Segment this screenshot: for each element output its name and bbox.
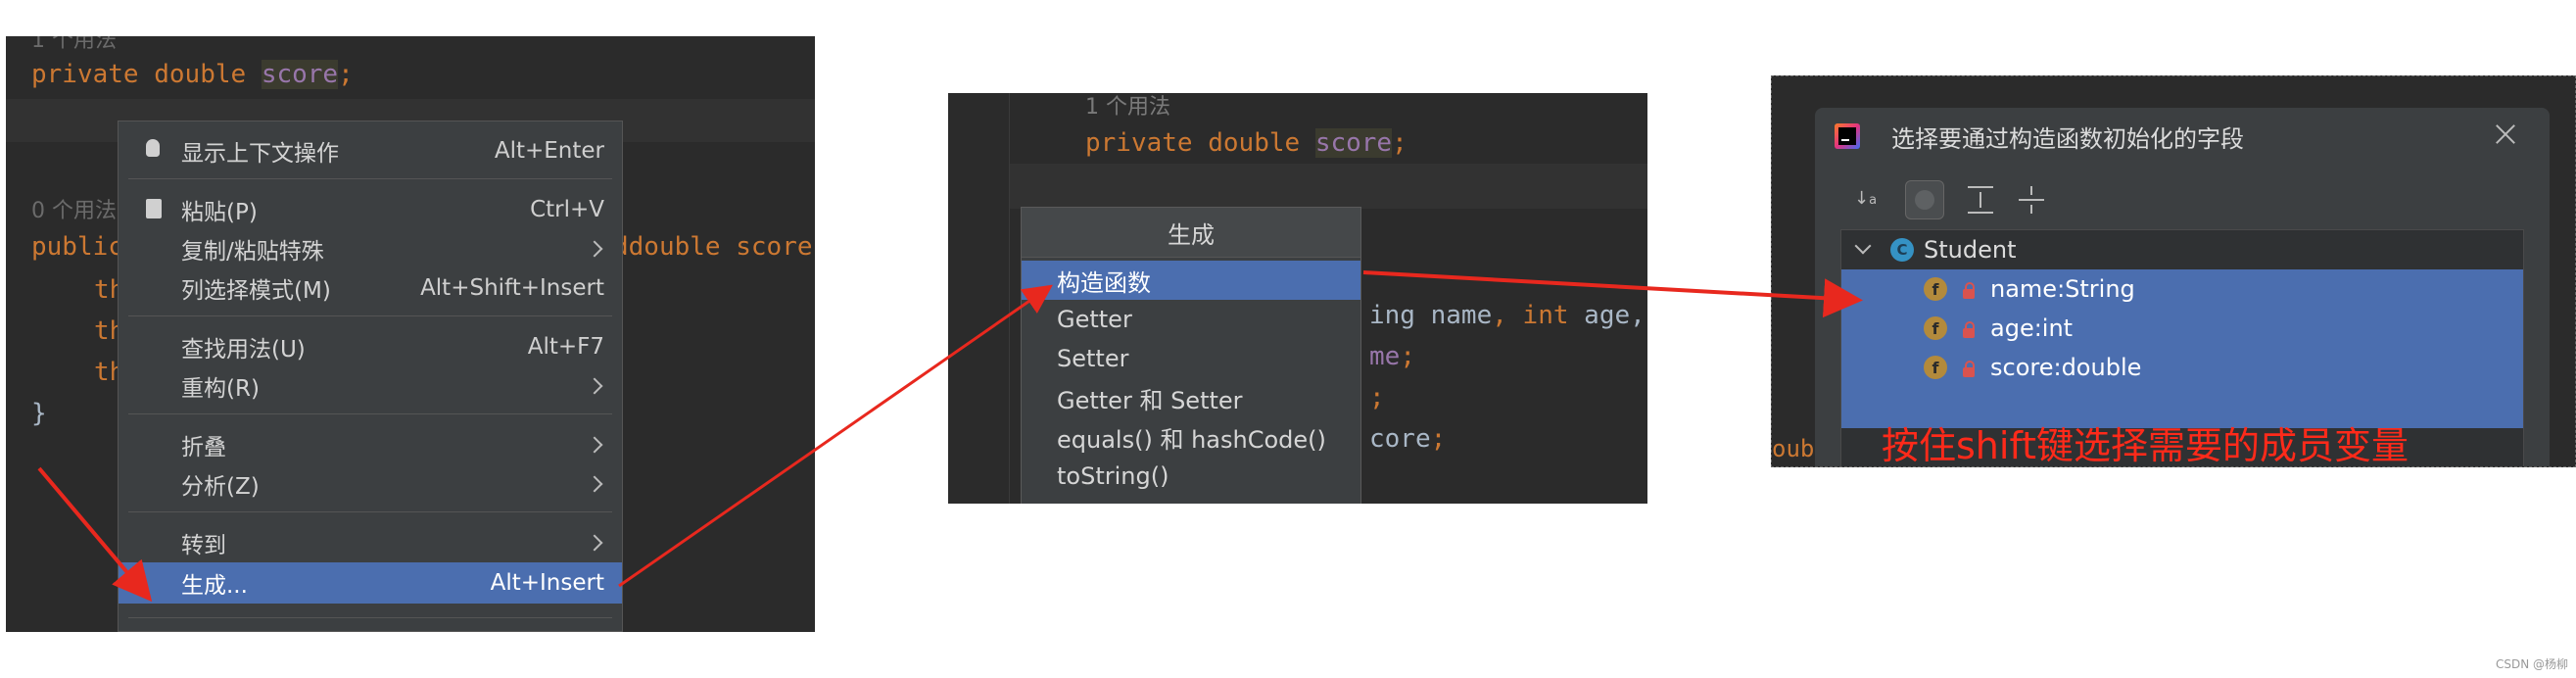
code-line-field: private double score; — [31, 60, 354, 89]
generate-item-tostring[interactable]: toString() — [1022, 457, 1360, 496]
sort-alpha-icon[interactable]: ↓a — [1854, 184, 1884, 214]
code-partial-2: me; — [1369, 342, 1415, 371]
chevron-right-icon — [586, 377, 603, 395]
tree-node-class[interactable]: C Student — [1841, 230, 2523, 269]
expand-all-icon[interactable] — [1968, 186, 1993, 214]
field-icon: f — [1924, 277, 1947, 301]
chevron-right-icon — [586, 240, 603, 258]
generate-item-equals-hashcode[interactable]: equals() 和 hashCode() — [1022, 417, 1360, 457]
chevron-down-icon — [1854, 237, 1872, 255]
code-params: ddouble score) — [613, 232, 815, 262]
tree-item-field[interactable]: f age:int — [1841, 309, 2523, 348]
intellij-logo-icon — [1835, 123, 1860, 149]
menu-item-analyze[interactable]: 分析(Z) — [119, 464, 622, 504]
menu-item-show-context-actions[interactable]: 显示上下文操作 Alt+Enter — [119, 131, 622, 170]
code-partial-1: ing name, int age, — [1369, 301, 1646, 330]
code-partial-4: core; — [1369, 424, 1447, 454]
tree-item-field[interactable]: f score:double — [1841, 348, 2523, 387]
generate-item-setter[interactable]: Setter — [1022, 339, 1360, 378]
usage-hint-2: 0 个用法 — [31, 199, 117, 223]
dialog-screenshot-frame: oub 选择要通过构造函数初始化的字段 ↓a C Student f name:… — [1771, 75, 2576, 467]
generate-popup: 生成 构造函数 Getter Setter Getter 和 Setter eq… — [1021, 207, 1361, 504]
lock-icon — [1963, 282, 1975, 299]
close-icon[interactable] — [2491, 120, 2520, 149]
watermark: CSDN @杨柳 — [2495, 657, 2568, 671]
menu-item-folding[interactable]: 折叠 — [119, 425, 622, 464]
generate-item-constructor[interactable]: 构造函数 — [1022, 261, 1360, 300]
chevron-right-icon — [586, 475, 603, 493]
menu-item-column-selection[interactable]: 列选择模式(M) Alt+Shift+Insert — [119, 268, 622, 308]
menu-item-generate[interactable]: 生成... Alt+Insert — [119, 562, 622, 604]
menu-separator — [128, 178, 612, 179]
editor-panel-1: 1 个用法 private double score; 0 个用法 public… — [6, 36, 815, 632]
toggle-button-icon[interactable] — [1905, 180, 1944, 219]
lock-icon — [1963, 361, 1975, 377]
chevron-right-icon — [586, 534, 603, 552]
choose-fields-dialog: 选择要通过构造函数初始化的字段 ↓a C Student f name:Stri… — [1815, 108, 2550, 466]
clipboard-icon — [146, 199, 162, 218]
generate-item-getter-setter[interactable]: Getter 和 Setter — [1022, 378, 1360, 417]
background-code: oub — [1772, 435, 1815, 462]
bulb-icon — [146, 139, 160, 157]
context-menu: 显示上下文操作 Alt+Enter 粘贴(P) Ctrl+V 复制/粘贴特殊 列选择… — [118, 121, 623, 632]
closing-brace: } — [31, 399, 47, 428]
tree-item-field[interactable]: f name:String — [1841, 269, 2523, 309]
popup-title: 生成 — [1022, 208, 1360, 258]
code-line-field: private double score; — [1085, 128, 1407, 158]
usage-hint: 1 个用法 — [1085, 95, 1170, 120]
menu-item-paste[interactable]: 粘贴(P) Ctrl+V — [119, 190, 622, 229]
caret-line — [1010, 164, 1647, 209]
generate-item-getter[interactable]: Getter — [1022, 300, 1360, 339]
menu-item-find-usages[interactable]: 查找用法(U) Alt+F7 — [119, 327, 622, 366]
lock-icon — [1963, 321, 1975, 338]
gutter-divider — [1009, 93, 1010, 504]
editor-panel-2: 1 个用法 private double score; ing name, in… — [948, 93, 1647, 504]
code-partial-3: ; — [1369, 383, 1385, 412]
code-public: public — [31, 232, 123, 262]
menu-item-goto[interactable]: 转到 — [119, 523, 622, 562]
usage-hint: 1 个用法 — [31, 36, 117, 53]
menu-separator — [128, 413, 612, 414]
chevron-right-icon — [586, 436, 603, 454]
field-icon: f — [1924, 356, 1947, 379]
menu-item-refactor[interactable]: 重构(R) — [119, 366, 622, 406]
field-icon: f — [1924, 316, 1947, 340]
menu-separator — [128, 617, 612, 618]
annotation-text: 按住shift键选择需要的成员变量 — [1882, 424, 2409, 467]
dialog-title: 选择要通过构造函数初始化的字段 — [1891, 125, 2244, 153]
class-icon: C — [1890, 238, 1914, 262]
menu-item-paste-special[interactable]: 复制/粘贴特殊 — [119, 229, 622, 268]
menu-separator — [128, 315, 612, 316]
menu-separator — [128, 511, 612, 512]
collapse-all-icon[interactable] — [2019, 186, 2044, 214]
